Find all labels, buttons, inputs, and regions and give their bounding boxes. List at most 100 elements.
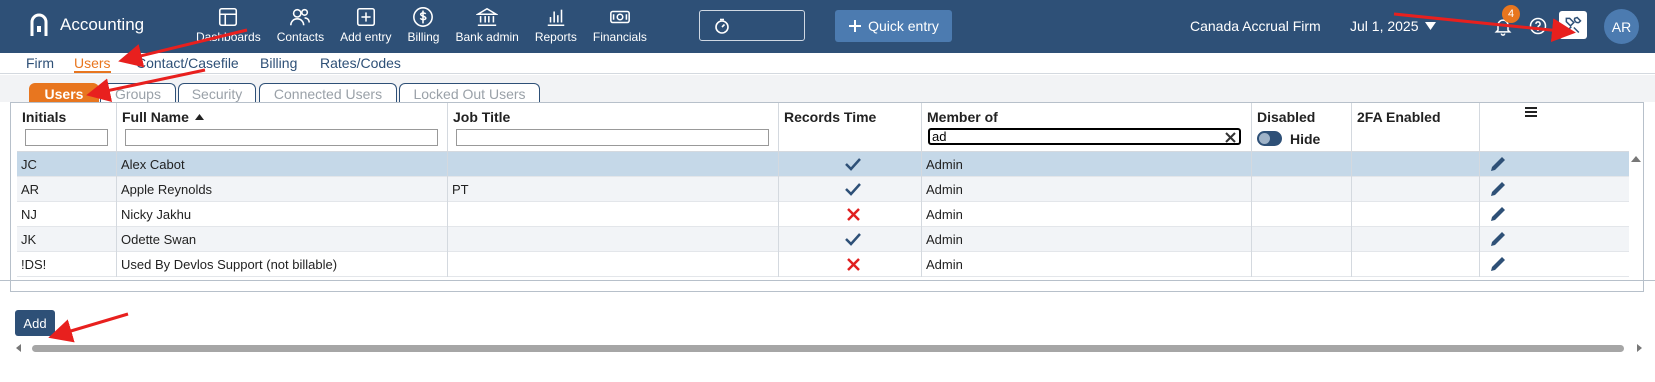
cross-icon — [847, 258, 860, 271]
tab-locked-out-users[interactable]: Locked Out Users — [399, 83, 540, 103]
notification-count-badge: 4 — [1502, 5, 1520, 23]
cell-2fa — [1352, 177, 1480, 202]
edit-pencil-icon[interactable] — [1488, 229, 1508, 249]
table-row[interactable]: JC Alex Cabot Admin — [17, 152, 1629, 177]
col-title[interactable]: Member of — [927, 109, 998, 125]
tab-groups[interactable]: Groups — [100, 83, 176, 103]
add-user-button[interactable]: Add — [15, 310, 55, 336]
scroll-right-arrow-icon[interactable] — [1634, 343, 1644, 353]
col-title[interactable]: Records Time — [784, 109, 876, 125]
cell-disabled — [1252, 152, 1352, 177]
col-2fa-enabled: 2FA Enabled — [1352, 103, 1480, 152]
subnav-billing[interactable]: Billing — [260, 55, 297, 71]
nav-dashboards[interactable]: Dashboards — [188, 6, 269, 48]
admin-tools-button[interactable] — [1559, 11, 1587, 39]
cell-actions — [1480, 202, 1550, 227]
grid-header: Initials Full Name Job Title Records Tim… — [17, 103, 1629, 152]
cell-job-title — [448, 202, 779, 227]
top-bar: Accounting Dashboards Contacts Add entry… — [0, 0, 1655, 53]
cash-icon — [609, 10, 630, 24]
bar-chart-icon — [547, 9, 565, 27]
nav-label: Add entry — [340, 30, 392, 44]
cell-initials: NJ — [17, 202, 117, 227]
col-disabled: Disabled Hide — [1252, 103, 1352, 152]
cell-full-name: Odette Swan — [117, 227, 448, 252]
cell-disabled — [1252, 252, 1352, 277]
nav-add-entry[interactable]: Add entry — [332, 6, 399, 48]
table-row[interactable]: !DS! Used By Devlos Support (not billabl… — [17, 252, 1629, 277]
nav-label: Financials — [592, 30, 647, 44]
cell-member-of: Admin — [922, 202, 1252, 227]
section-divider — [0, 280, 1655, 281]
cell-disabled — [1252, 202, 1352, 227]
subnav-contact-casefile[interactable]: Contact/Casefile — [136, 55, 239, 71]
date-selector[interactable]: Jul 1, 2025 — [1350, 18, 1436, 34]
scroll-left-arrow-icon[interactable] — [14, 343, 24, 353]
app-title: Accounting — [60, 15, 145, 34]
help-button[interactable] — [1528, 16, 1548, 36]
plus-icon — [849, 20, 862, 32]
nav-reports[interactable]: Reports — [527, 6, 585, 48]
edit-pencil-icon[interactable] — [1488, 254, 1508, 274]
nav-financials[interactable]: Financials — [585, 6, 655, 48]
disabled-hide-toggle[interactable] — [1257, 131, 1282, 146]
nav-label: Billing — [407, 30, 440, 44]
check-icon — [845, 183, 861, 196]
column-menu-icon[interactable] — [1523, 104, 1539, 120]
col-member-of: Member of — [922, 103, 1252, 152]
current-date: Jul 1, 2025 — [1350, 18, 1419, 34]
tab-connected-users[interactable]: Connected Users — [259, 83, 397, 103]
job-title-filter-input[interactable] — [456, 129, 769, 146]
clear-filter-icon[interactable] — [1225, 132, 1236, 143]
cell-full-name: Nicky Jakhu — [117, 202, 448, 227]
nav-billing[interactable]: Billing — [399, 6, 447, 48]
cell-member-of: Admin — [922, 152, 1252, 177]
cell-member-of: Admin — [922, 252, 1252, 277]
col-title[interactable]: Initials — [22, 109, 66, 125]
main-nav: Dashboards Contacts Add entry Billing Ba… — [188, 6, 655, 48]
tab-bar: Users Groups Security Connected Users Lo… — [0, 75, 1655, 103]
cell-actions — [1480, 252, 1550, 277]
subnav-users[interactable]: Users — [74, 55, 111, 73]
col-job-title: Job Title — [448, 103, 779, 152]
users-grid: Initials Full Name Job Title Records Tim… — [10, 102, 1644, 292]
table-row[interactable]: AR Apple Reynolds PT Admin — [17, 177, 1629, 202]
annotation-arrow — [48, 312, 129, 343]
member-of-filter-input[interactable] — [928, 128, 1241, 145]
edit-pencil-icon[interactable] — [1488, 179, 1508, 199]
col-title[interactable]: 2FA Enabled — [1357, 109, 1441, 125]
col-title[interactable]: Job Title — [453, 109, 510, 125]
horizontal-scrollbar[interactable] — [14, 342, 1646, 354]
cell-actions — [1480, 177, 1550, 202]
full-name-filter-input[interactable] — [125, 129, 438, 146]
cell-actions — [1480, 227, 1550, 252]
firm-name[interactable]: Canada Accrual Firm — [1190, 18, 1321, 34]
sort-ascending-icon — [194, 114, 204, 120]
contacts-icon — [290, 8, 311, 26]
nav-label: Contacts — [276, 30, 325, 44]
nav-contacts[interactable]: Contacts — [269, 6, 332, 48]
initials-filter-input[interactable] — [25, 129, 108, 146]
cell-initials: !DS! — [17, 252, 117, 277]
brand[interactable]: Accounting — [28, 12, 144, 38]
add-entry-icon — [356, 7, 375, 27]
tab-security[interactable]: Security — [178, 83, 256, 103]
table-row[interactable]: JK Odette Swan Admin — [17, 227, 1629, 252]
nav-bank-admin[interactable]: Bank admin — [447, 6, 526, 48]
scrollbar-thumb[interactable] — [32, 345, 1624, 352]
cell-2fa — [1352, 202, 1480, 227]
scroll-up-arrow-icon[interactable] — [1629, 152, 1643, 166]
quick-entry-button[interactable]: Quick entry — [835, 10, 952, 42]
col-actions — [1480, 103, 1550, 152]
col-title[interactable]: Full Name — [122, 109, 204, 125]
admin-subnav: Firm Users Contact/Casefile Billing Rate… — [0, 53, 1655, 74]
timer-button[interactable] — [699, 10, 805, 41]
tab-users[interactable]: Users — [29, 83, 99, 103]
table-row[interactable]: NJ Nicky Jakhu Admin — [17, 202, 1629, 227]
edit-pencil-icon[interactable] — [1488, 204, 1508, 224]
col-title[interactable]: Disabled — [1257, 109, 1315, 125]
subnav-rates-codes[interactable]: Rates/Codes — [320, 55, 401, 71]
edit-pencil-icon[interactable] — [1488, 154, 1508, 174]
user-avatar[interactable]: AR — [1604, 9, 1639, 44]
subnav-firm[interactable]: Firm — [26, 55, 54, 71]
